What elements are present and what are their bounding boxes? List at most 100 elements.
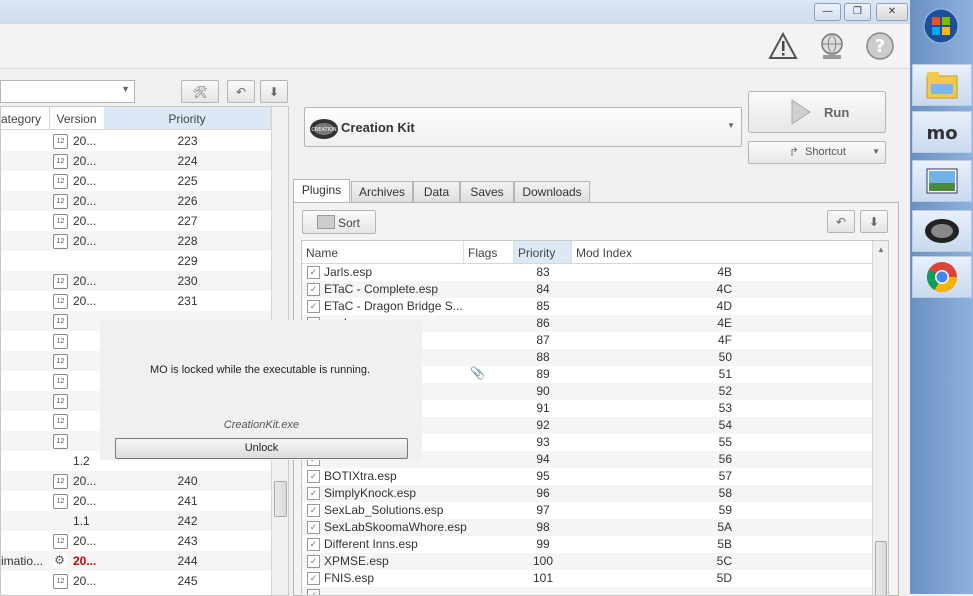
mod-row[interactable]: imatio... ⚙ 20... 244: [1, 551, 271, 571]
plugin-row[interactable]: ✓ XPMSE.esp 100 5C: [302, 553, 872, 570]
plugin-mod-index: 4B: [717, 265, 732, 279]
plugin-priority: 88: [536, 350, 550, 364]
plugin-row[interactable]: ✓ ETaC - Dragon Bridge S... 85 4D: [302, 298, 872, 315]
restore-button[interactable]: ❐: [844, 3, 871, 21]
mod-row[interactable]: 12 20... 231: [1, 291, 271, 311]
unlock-button[interactable]: Unlock: [115, 438, 408, 459]
plugin-mod-index: 51: [718, 367, 732, 381]
col-priority[interactable]: Priority: [104, 107, 271, 129]
image-viewer-icon[interactable]: [912, 160, 972, 202]
plugin-name: FNIS.esp: [324, 571, 375, 585]
tab-plugins[interactable]: Plugins: [293, 179, 350, 203]
plugin-row[interactable]: ✓ FNIS.esp 101 5D: [302, 570, 872, 587]
plugin-checkbox[interactable]: ✓: [307, 266, 320, 279]
plugin-priority: 100: [532, 554, 554, 568]
help-icon[interactable]: ?: [864, 30, 896, 62]
tab-data[interactable]: Data: [413, 181, 460, 202]
minimize-button[interactable]: —: [814, 3, 841, 21]
col-version[interactable]: Version: [49, 107, 105, 129]
mod-row[interactable]: 12 20... 223: [1, 131, 271, 151]
run-label: Run: [824, 105, 850, 120]
plugin-checkbox[interactable]: ✓: [307, 300, 320, 313]
plugin-checkbox[interactable]: ✓: [307, 487, 320, 500]
plugin-checkbox[interactable]: ✓: [307, 572, 320, 585]
mod-row[interactable]: 12 20... 226: [1, 191, 271, 211]
save-icon: ⬇: [268, 84, 280, 99]
executable-name: Creation Kit: [341, 120, 415, 135]
restore-backup-button[interactable]: ↶: [227, 80, 255, 103]
col-plugin-priority[interactable]: Priority: [514, 241, 572, 263]
create-backup-button[interactable]: ⬇: [260, 80, 288, 103]
start-orb-icon[interactable]: [912, 6, 970, 46]
plugin-mod-index: 4D: [716, 299, 732, 313]
tab-saves[interactable]: Saves: [460, 181, 514, 202]
plugin-row[interactable]: ✓ SimplyKnock.esp 96 58: [302, 485, 872, 502]
plugin-row[interactable]: ✓: [302, 587, 872, 595]
plugin-row[interactable]: ✓ Jarls.esp 83 4B: [302, 264, 872, 281]
mod-row[interactable]: 12 20... 224: [1, 151, 271, 171]
mod-version: 20...: [73, 174, 97, 188]
mod-row[interactable]: 12 20... 243: [1, 531, 271, 551]
col-mod-index[interactable]: Mod Index: [572, 241, 872, 263]
creation-kit-icon[interactable]: [912, 210, 972, 252]
plugin-priority: 83: [536, 265, 550, 279]
plugin-checkbox[interactable]: ✓: [307, 470, 320, 483]
mod-row[interactable]: 12 20... 227: [1, 211, 271, 231]
col-name[interactable]: Name: [302, 241, 464, 263]
plugin-name: BOTIXtra.esp: [324, 469, 397, 483]
scroll-up-icon[interactable]: ▲: [877, 245, 885, 254]
col-category[interactable]: ategory: [1, 107, 50, 129]
tab-archives[interactable]: Archives: [351, 181, 413, 202]
mod-row[interactable]: 12 20... 241: [1, 491, 271, 511]
tools-button[interactable]: 🛠: [181, 80, 219, 103]
globe-update-icon[interactable]: [816, 30, 848, 62]
plugin-checkbox[interactable]: ✓: [307, 521, 320, 534]
file-explorer-icon[interactable]: [912, 64, 972, 106]
plugin-priority: 85: [536, 299, 550, 313]
plugin-mod-index: 5A: [717, 520, 732, 534]
mod-priority: 242: [177, 514, 198, 528]
sort-button[interactable]: Sort: [302, 210, 376, 234]
close-button[interactable]: ✕: [876, 3, 908, 21]
plugin-checkbox[interactable]: ✓: [307, 538, 320, 551]
mod-row[interactable]: 12 20... 230: [1, 271, 271, 291]
calendar-icon: 12: [53, 474, 68, 489]
mod-filter-combo[interactable]: ▼: [0, 80, 135, 103]
mod-row[interactable]: 1.1 242: [1, 511, 271, 531]
calendar-icon: 12: [53, 174, 68, 189]
attachment-icon: 📎: [470, 366, 485, 380]
plugin-row[interactable]: ✓ SexLabSkoomaWhore.esp 98 5A: [302, 519, 872, 536]
plugin-checkbox[interactable]: ✓: [307, 589, 320, 595]
plugins-restore-button[interactable]: ↶: [827, 210, 855, 233]
run-button[interactable]: Run: [748, 91, 886, 133]
plugin-priority: 91: [536, 401, 550, 415]
chrome-icon[interactable]: [912, 256, 972, 298]
plugin-checkbox[interactable]: ✓: [307, 555, 320, 568]
col-flags[interactable]: Flags: [464, 241, 514, 263]
shortcut-button[interactable]: ↱ Shortcut ▼: [748, 141, 886, 164]
mod-row[interactable]: 12 20... 240: [1, 471, 271, 491]
mod-list-header: ategory Version Priority: [1, 107, 271, 130]
plugin-list-scrollbar[interactable]: ▲: [872, 241, 888, 595]
scrollbar-thumb[interactable]: [875, 541, 887, 595]
mod-row[interactable]: 12 20... 228: [1, 231, 271, 251]
scrollbar-thumb[interactable]: [274, 481, 287, 517]
mod-row[interactable]: 12 20... 225: [1, 171, 271, 191]
plugin-row[interactable]: ✓ ETaC - Complete.esp 84 4C: [302, 281, 872, 298]
plugin-row[interactable]: ✓ SexLab_Solutions.esp 97 59: [302, 502, 872, 519]
plugin-row[interactable]: ✓ BOTIXtra.esp 95 57: [302, 468, 872, 485]
taskbar: mo: [910, 0, 973, 594]
plugin-name: Jarls.esp: [324, 265, 373, 279]
mod-organizer-icon[interactable]: mo: [912, 111, 972, 153]
mod-row[interactable]: 229: [1, 251, 271, 271]
plugin-row[interactable]: ✓ Different Inns.esp 99 5B: [302, 536, 872, 553]
plugin-checkbox[interactable]: ✓: [307, 283, 320, 296]
tab-downloads[interactable]: Downloads: [514, 181, 590, 202]
plugin-priority: 101: [532, 571, 554, 585]
warning-icon[interactable]: [767, 30, 799, 62]
plugins-backup-button[interactable]: ⬇: [860, 210, 888, 233]
plugin-checkbox[interactable]: ✓: [307, 504, 320, 517]
mod-version: 20...: [73, 234, 97, 248]
mod-row[interactable]: 12 20... 245: [1, 571, 271, 591]
executable-select[interactable]: CREATION Creation Kit ▼: [304, 107, 742, 147]
